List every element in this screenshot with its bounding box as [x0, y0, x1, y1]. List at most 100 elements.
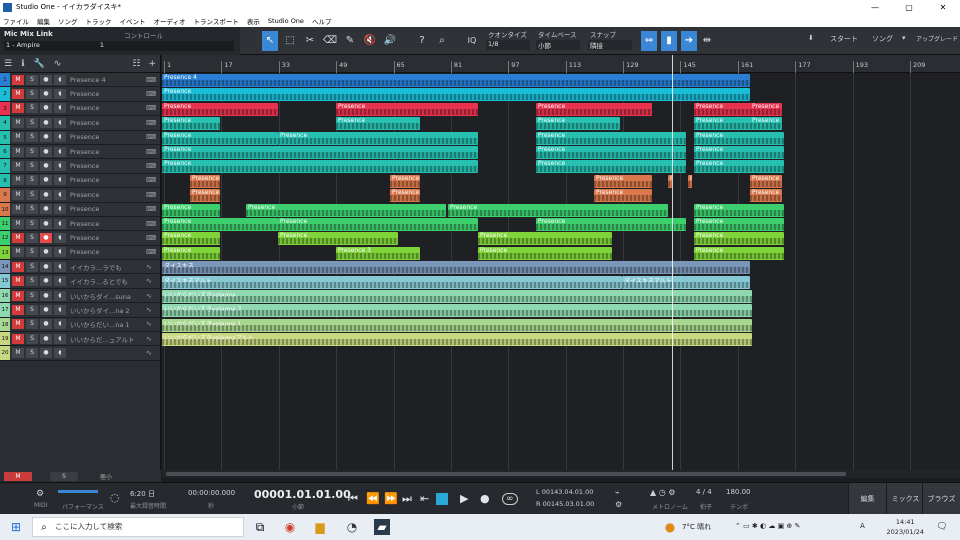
menu-studio-one[interactable]: Studio One	[268, 17, 304, 25]
track-header[interactable]: 10 M S ● ◖ Presence ⌨	[0, 202, 160, 217]
track-lane[interactable]: Presence Presence Presence	[162, 159, 960, 174]
track-lane[interactable]: いいからだいすきvolaonaアルト	[162, 332, 960, 347]
solo-button[interactable]: S	[26, 348, 38, 359]
event-clip[interactable]: Presence	[278, 218, 478, 231]
menu-edit[interactable]: 編集	[37, 16, 50, 26]
track-name[interactable]: Presence	[70, 90, 146, 98]
event-clip[interactable]: Presence	[162, 146, 478, 159]
event-clip[interactable]: Presence	[536, 146, 686, 159]
track-lane[interactable]: Presence Presence Presence Presence	[162, 231, 960, 246]
event-clip[interactable]: Presence	[694, 131, 784, 145]
track-lane[interactable]: ダイスキネ	[162, 260, 960, 275]
track-name[interactable]: Presence	[70, 148, 146, 156]
notification-icon[interactable]: 🗨	[934, 519, 950, 535]
track-lane[interactable]	[162, 347, 960, 361]
record-arm-button[interactable]: ●	[40, 247, 52, 258]
event-clip[interactable]: Presence	[694, 203, 784, 217]
solo-button[interactable]: S	[26, 261, 38, 272]
listen-tool-icon[interactable]: 🔊	[382, 31, 398, 51]
close-button[interactable]: ✕	[926, 3, 960, 12]
mute-button[interactable]: M	[12, 204, 24, 215]
event-clip[interactable]: Presence	[536, 218, 686, 231]
tempo-value[interactable]: 180.00	[726, 488, 751, 496]
track-lane[interactable]: いいからだいすきvolaona 1	[162, 318, 960, 332]
event-clip[interactable]: Presence	[750, 174, 782, 188]
track-name[interactable]: イイカラ...ラでも	[70, 262, 146, 272]
track-header[interactable]: 11 M S ● ◖ Presence ⌨	[0, 216, 160, 232]
menu-song[interactable]: ソング	[58, 16, 78, 26]
event-clip[interactable]: Presence	[162, 117, 220, 131]
solo-button[interactable]: S	[26, 204, 38, 215]
folder-icon[interactable]: ▆	[312, 519, 328, 535]
track-header[interactable]: 18 M S ● ◖ いいからだい...na 1 ∿	[0, 317, 160, 333]
track-lane[interactable]: Presence Presence Presence	[162, 145, 960, 159]
solo-button[interactable]: S	[26, 161, 38, 172]
track-name[interactable]: Presence 4	[70, 76, 146, 84]
solo-button[interactable]: S	[26, 103, 38, 114]
loop-icon[interactable]: ∞	[502, 493, 518, 505]
windows-start-icon[interactable]: ⊞	[8, 519, 24, 535]
monitor-button[interactable]: ◖	[54, 89, 66, 100]
monitor-button[interactable]: ◖	[54, 117, 66, 128]
track-lane[interactable]: Presence Presence Presence Presence	[162, 131, 960, 145]
solo-button[interactable]: S	[26, 276, 38, 287]
timeline-ruler[interactable]: 1 17 33 49 65 81 97 113 129 145 161 177 193 209	[162, 55, 960, 73]
upgrade-button[interactable]: アップグレード	[916, 34, 958, 43]
event-clip[interactable]: Presence	[162, 246, 220, 260]
event-clip[interactable]: Presence	[536, 160, 686, 174]
monitor-button[interactable]: ◖	[54, 103, 66, 114]
event-clip[interactable]: Presence	[536, 102, 652, 116]
event-clip[interactable]: ダイスキネアルト	[622, 275, 750, 289]
track-lane[interactable]: ダイスキネアルトダイスキネアルト	[162, 275, 960, 289]
ime-indicator[interactable]: A	[860, 522, 865, 530]
event-clip[interactable]: Presence	[688, 174, 692, 188]
taskbar-search-input[interactable]: ここに入力して検索	[32, 517, 244, 537]
event-clip[interactable]: Presence	[278, 131, 478, 145]
forward-end-icon[interactable]: ⏭	[402, 492, 412, 506]
menu-file[interactable]: ファイル	[3, 16, 29, 26]
track-name[interactable]: Presence	[70, 176, 146, 184]
play-icon[interactable]: ▶	[460, 492, 468, 505]
monitor-button[interactable]: ◖	[54, 348, 66, 359]
track-header[interactable]: 15 M S ● ◖ イイカラ...るとでも ∿	[0, 274, 160, 289]
event-clip[interactable]: いいからだいすきvolaona 1	[162, 318, 752, 332]
mute-button[interactable]: M	[12, 132, 24, 143]
track-height-select[interactable]: 極小	[100, 472, 112, 481]
mute-button[interactable]: M	[12, 276, 24, 287]
solo-button[interactable]: S	[26, 232, 38, 243]
snap-toggle-icon[interactable]: ⇔	[641, 31, 657, 51]
loop-left[interactable]: L 00143.04.01.00	[536, 488, 593, 496]
tray-icons[interactable]: ⌃ ▭ ✱ ◐ ☁ ▣ ⊕ ✎	[735, 522, 800, 530]
event-clip[interactable]: ダイスキネアルト	[162, 275, 622, 289]
event-clip[interactable]: Presence	[162, 218, 278, 231]
preset-select[interactable]: 1 - Ampire 1	[4, 41, 234, 51]
record-arm-button[interactable]: ●	[40, 161, 52, 172]
event-clip[interactable]: Presence	[694, 232, 784, 246]
monitor-button[interactable]: ◖	[54, 189, 66, 200]
split-tool-icon[interactable]: ✂	[302, 31, 318, 51]
event-clip[interactable]: Presence	[162, 131, 278, 145]
record-arm-button[interactable]: ●	[40, 117, 52, 128]
track-name[interactable]: Presence	[70, 133, 146, 141]
mute-button[interactable]: M	[12, 247, 24, 258]
mute-button[interactable]: M	[12, 189, 24, 200]
task-view-icon[interactable]: ⧉	[252, 519, 268, 535]
track-lane[interactable]: いいからだいすきvolaona 2	[162, 303, 960, 318]
studio-one-icon[interactable]: ▰	[374, 519, 390, 535]
arrange-view[interactable]: 1 17 33 49 65 81 97 113 129 145 161 177 193 209 Prese…	[162, 55, 960, 470]
track-name[interactable]: Presence	[70, 234, 146, 242]
track-lane[interactable]: Presence Presence 3 Presence Presence	[162, 246, 960, 260]
menu-view[interactable]: 表示	[247, 16, 260, 26]
menu-help[interactable]: ヘルプ	[312, 16, 332, 26]
paint-tool-icon[interactable]: ✎	[342, 31, 358, 51]
event-clip[interactable]: Presence	[336, 102, 478, 116]
automation-icon[interactable]: ∿	[54, 59, 62, 69]
monitor-button[interactable]: ◖	[54, 319, 66, 330]
split-view-icon[interactable]: ⇹	[699, 31, 715, 51]
event-clip[interactable]: Presence	[390, 174, 420, 188]
track-header[interactable]: 12 M S ● ◖ Presence ⌨	[0, 231, 160, 246]
iq-button[interactable]: IQ	[464, 31, 480, 51]
mute-button[interactable]: M	[12, 103, 24, 114]
metronome-icon[interactable]: ▲ ◷ ⚙	[650, 488, 675, 497]
maximize-button[interactable]: ▢	[892, 3, 926, 12]
